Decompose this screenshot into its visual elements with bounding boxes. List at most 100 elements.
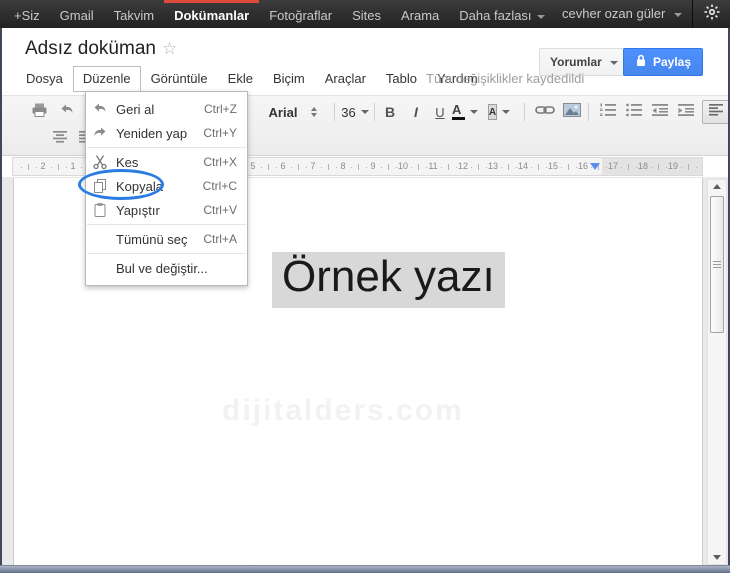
ruler-number: 5: [250, 161, 256, 171]
ruler-tick: [620, 167, 622, 168]
user-menu[interactable]: cevher ozan güler: [552, 0, 692, 28]
menu-item-yeniden-yap[interactable]: Yeniden yap Ctrl+Y: [86, 121, 247, 145]
selected-text[interactable]: Örnek yazı: [272, 252, 505, 309]
stepper-icon: [311, 107, 318, 117]
scroll-up-button[interactable]: [708, 180, 726, 193]
vertical-scrollbar[interactable]: [707, 179, 727, 565]
document-title[interactable]: Adsız doküman: [25, 38, 156, 60]
ruler-number: 14: [517, 161, 529, 171]
ruler-tick: [658, 164, 659, 170]
ruler-tick: [508, 164, 509, 170]
bold-button[interactable]: B: [380, 100, 400, 124]
ruler-number: 9: [370, 161, 376, 171]
ruler-tick: [388, 164, 389, 170]
print-button[interactable]: [28, 100, 50, 124]
menu-item-yapıştır[interactable]: Yapıştır Ctrl+V: [86, 198, 247, 222]
menu-item-shortcut: Ctrl+V: [203, 203, 237, 217]
menu-item-geri-al[interactable]: Geri al Ctrl+Z: [86, 97, 247, 121]
settings-button[interactable]: [692, 0, 730, 28]
toolbar-separator: [374, 103, 375, 121]
ruler-tick: [635, 167, 637, 168]
ruler-tick: [575, 167, 577, 168]
copy-icon: [92, 178, 108, 194]
align-button[interactable]: [702, 100, 730, 124]
ruler-tick: [605, 167, 607, 168]
menu-araçlar[interactable]: Araçlar: [315, 66, 376, 92]
ruler-tick: [365, 167, 367, 168]
share-button[interactable]: Paylaş: [623, 48, 703, 76]
menu-item-bul-ve-değiştir-[interactable]: Bul ve değiştir...: [86, 256, 247, 280]
menu-item-tümünü-seç[interactable]: Tümünü seç Ctrl+A: [86, 227, 247, 251]
menu-düzenle[interactable]: Düzenle: [72, 66, 141, 92]
ruler-tick: [28, 164, 29, 170]
menu-item-label: Tümünü seç: [116, 231, 188, 247]
ruler-number: 8: [340, 161, 346, 171]
ruler-number: 1: [70, 161, 76, 171]
menu-item-shortcut: Ctrl+C: [202, 179, 237, 193]
font-size-select[interactable]: 36: [340, 100, 370, 124]
ruler-number: 16: [577, 161, 589, 171]
undo-button[interactable]: [56, 100, 78, 124]
topbar-item-siz[interactable]: +Siz: [4, 0, 50, 28]
menu-item-kes[interactable]: Kes Ctrl+X: [86, 150, 247, 174]
ruler-tick: [680, 167, 682, 168]
menubar: Dosya Düzenle Görüntüle Ekle Biçim Araçlar Tab…: [16, 66, 488, 92]
gear-icon: [704, 4, 720, 25]
menu-biçim[interactable]: Biçim: [263, 66, 315, 92]
ruler-tick: [305, 167, 307, 168]
font-size-value: 36: [341, 104, 356, 120]
menu-item-kopyala[interactable]: Kopyala Ctrl+C: [86, 174, 247, 198]
topbar-item-dokümanlar[interactable]: Dokümanlar: [164, 0, 260, 28]
undo-icon: [92, 101, 108, 117]
ruler-tick: [80, 167, 82, 168]
bullet-list-button[interactable]: [622, 100, 646, 124]
ruler-number: 19: [667, 161, 679, 171]
topbar-item-sites[interactable]: Sites: [342, 0, 391, 28]
lock-icon: [635, 54, 647, 70]
menu-item-label: Kes: [116, 154, 139, 170]
align-center-button[interactable]: [48, 127, 72, 151]
ruler-tick: [268, 164, 269, 170]
ruler-tick: [358, 164, 359, 170]
italic-button[interactable]: I: [406, 100, 426, 124]
topbar-item-fotoğraflar[interactable]: Fotoğraflar: [259, 0, 342, 28]
indent-icon: [677, 103, 695, 122]
highlight-icon: A: [487, 104, 498, 120]
text-color-button[interactable]: A: [452, 100, 478, 124]
no-icon: [92, 231, 108, 247]
topbar-item-gmail[interactable]: Gmail: [50, 0, 104, 28]
topbar-item-arama[interactable]: Arama: [391, 0, 449, 28]
ruler-tick: [395, 167, 397, 168]
menu-separator: [87, 147, 246, 148]
window-left-edge: [0, 28, 2, 573]
ruler-tick: [290, 167, 292, 168]
ruler-tick: [418, 164, 419, 170]
numbered-list-button[interactable]: [596, 100, 620, 124]
scrollbar-thumb[interactable]: [710, 196, 724, 333]
highlight-color-button[interactable]: A: [487, 100, 511, 124]
ruler-tick: [695, 167, 697, 168]
topbar-item-dahafazlası[interactable]: Daha fazlası: [449, 0, 554, 28]
link-icon: [535, 103, 555, 121]
image-icon: [563, 102, 581, 122]
insert-image-button[interactable]: [560, 100, 584, 124]
font-family-select[interactable]: Arial: [258, 100, 328, 124]
ruler-tick: [425, 167, 427, 168]
star-icon[interactable]: ☆: [162, 39, 177, 59]
menu-ekle[interactable]: Ekle: [218, 66, 263, 92]
indent-button[interactable]: [674, 100, 698, 124]
scroll-down-button[interactable]: [708, 551, 726, 564]
redo-icon: [92, 125, 108, 141]
underline-button[interactable]: U: [430, 100, 450, 124]
outdent-button[interactable]: [648, 100, 672, 124]
menu-dosya[interactable]: Dosya: [16, 66, 73, 92]
align-center-icon: [52, 130, 68, 148]
ruler-number: 7: [310, 161, 316, 171]
ruler-tick: [320, 167, 322, 168]
margin-marker-icon[interactable]: [590, 163, 600, 170]
topbar-item-takvim[interactable]: Takvim: [104, 0, 164, 28]
menu-tablo[interactable]: Tablo: [376, 66, 427, 92]
insert-link-button[interactable]: [532, 100, 558, 124]
menu-görüntüle[interactable]: Görüntüle: [141, 66, 218, 92]
text-color-icon: A: [452, 103, 465, 120]
